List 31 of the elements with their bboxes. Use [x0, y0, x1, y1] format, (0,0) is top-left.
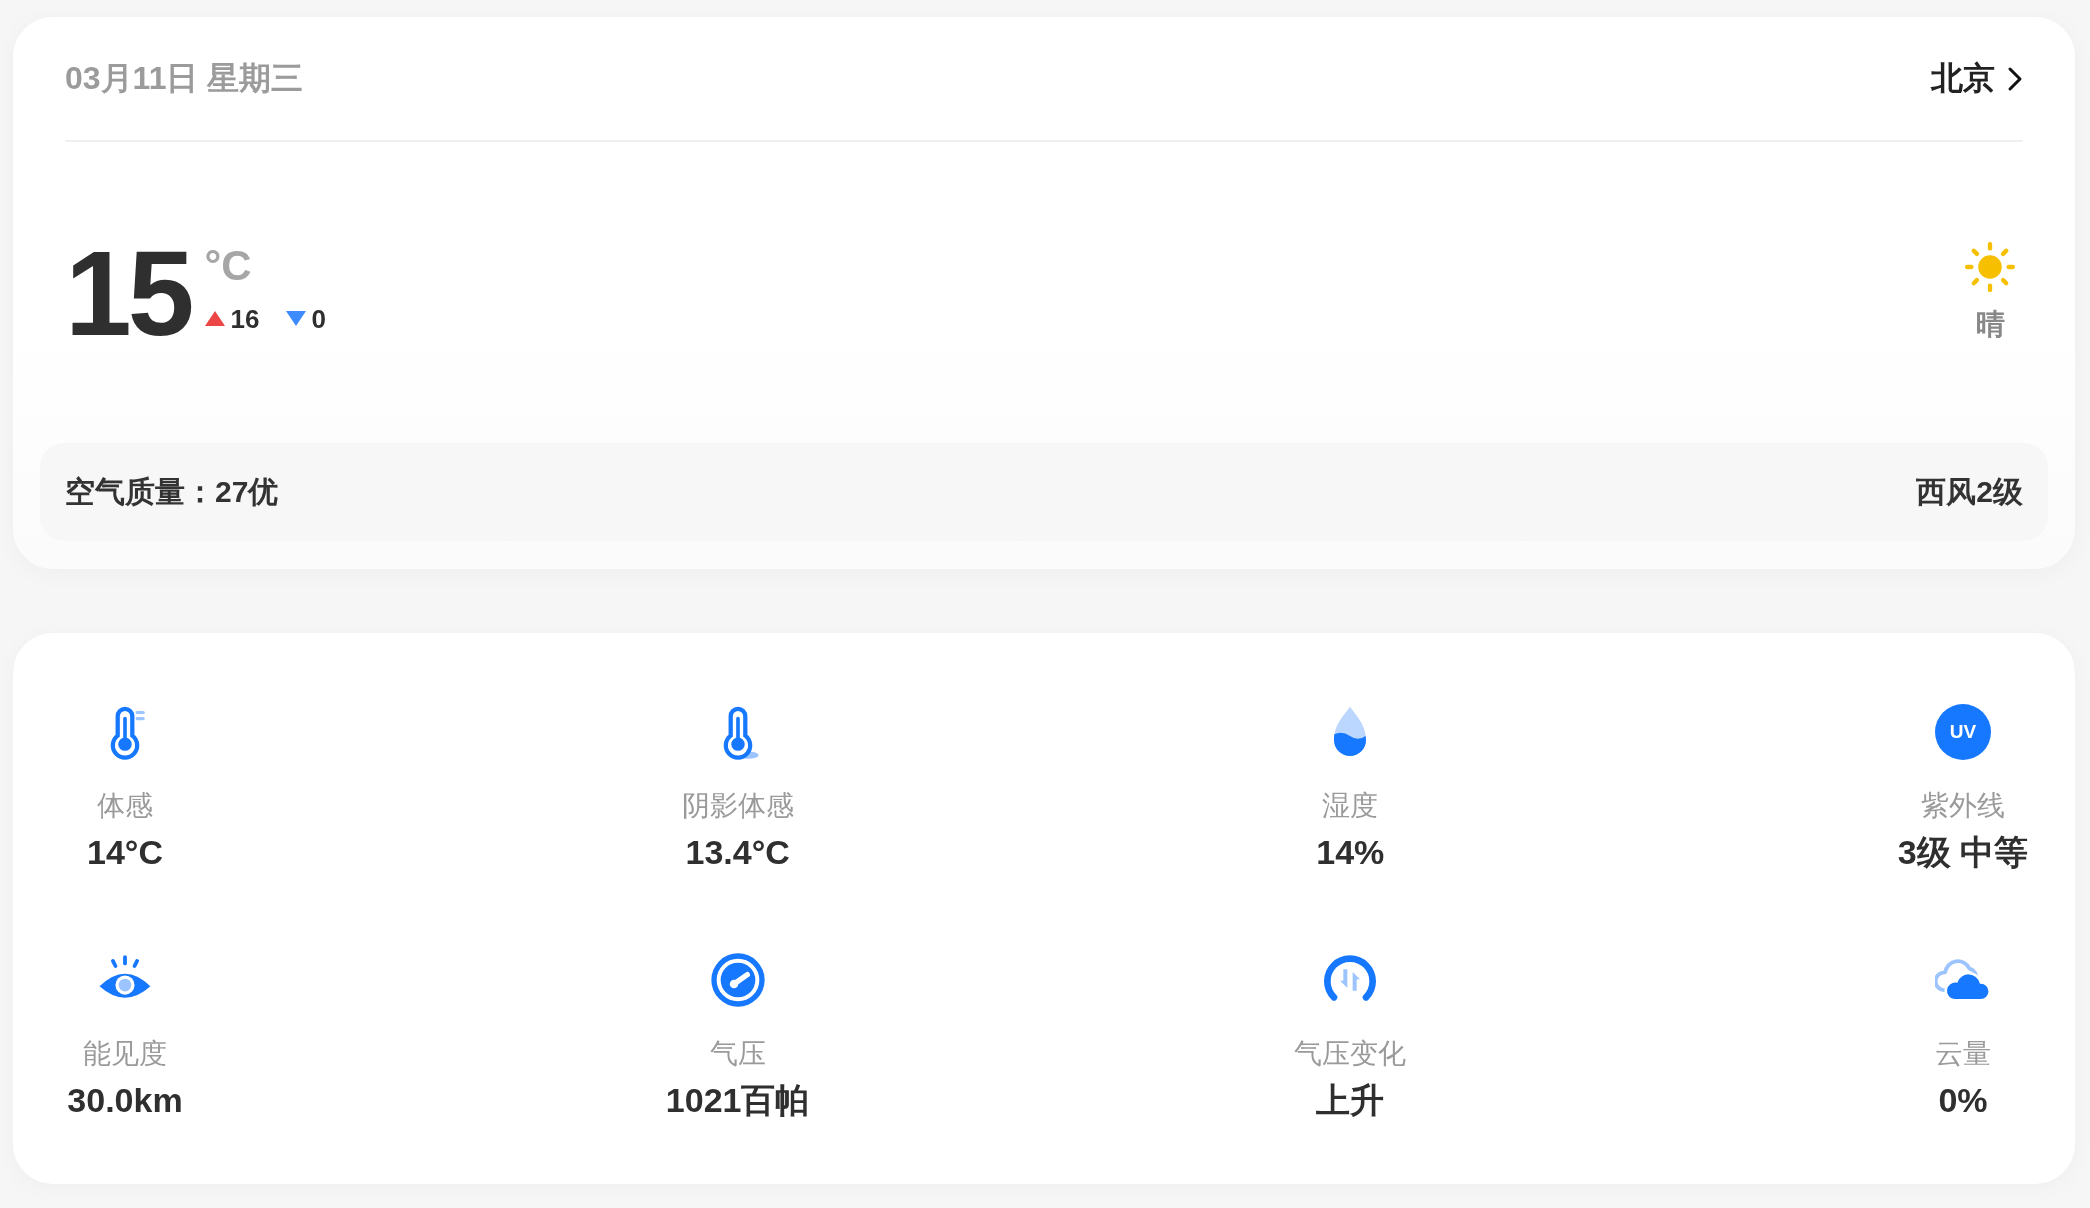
current-temperature: 15: [65, 232, 191, 353]
high-temperature: 16: [230, 305, 260, 332]
uv-icon: UV: [1934, 704, 1991, 760]
up-triangle-icon: [204, 310, 227, 327]
gauge-icon: [709, 952, 766, 1008]
metric-value: 14°C: [87, 832, 163, 872]
metric-label: 紫外线: [1920, 789, 2005, 823]
metric-value: 14%: [1316, 832, 1385, 872]
metric-value: 1021百帕: [665, 1080, 810, 1120]
metric-label: 云量: [1934, 1037, 1991, 1071]
down-triangle-icon: [285, 310, 308, 327]
metric-value: 3级 中等: [1897, 832, 2029, 872]
metric-value: 0%: [1938, 1080, 1988, 1120]
temperature-unit: °C: [204, 244, 252, 287]
sun-icon: [1964, 240, 2016, 293]
metric-label: 阴影体感: [681, 789, 794, 823]
weather-condition: 晴: [1975, 306, 2005, 342]
chevron-right-icon: [2007, 65, 2023, 92]
date-text: 03月11日 星期三: [65, 58, 304, 98]
metric-label: 湿度: [1322, 789, 1379, 823]
metric-label: 气压变化: [1294, 1037, 1407, 1071]
metric-label: 能见度: [83, 1037, 167, 1071]
metric-label: 气压: [709, 1037, 766, 1071]
low-temperature: 0: [311, 305, 326, 332]
air-quality-text: 空气质量：27优: [65, 473, 279, 510]
city-selector[interactable]: 北京: [1931, 56, 2023, 101]
metric-value: 30.0km: [67, 1080, 183, 1120]
metric-value: 上升: [1316, 1080, 1385, 1120]
metric-value: 13.4°C: [685, 832, 790, 872]
metric-label: 体感: [97, 789, 153, 823]
wind-text: 西风2级: [1916, 473, 2023, 510]
